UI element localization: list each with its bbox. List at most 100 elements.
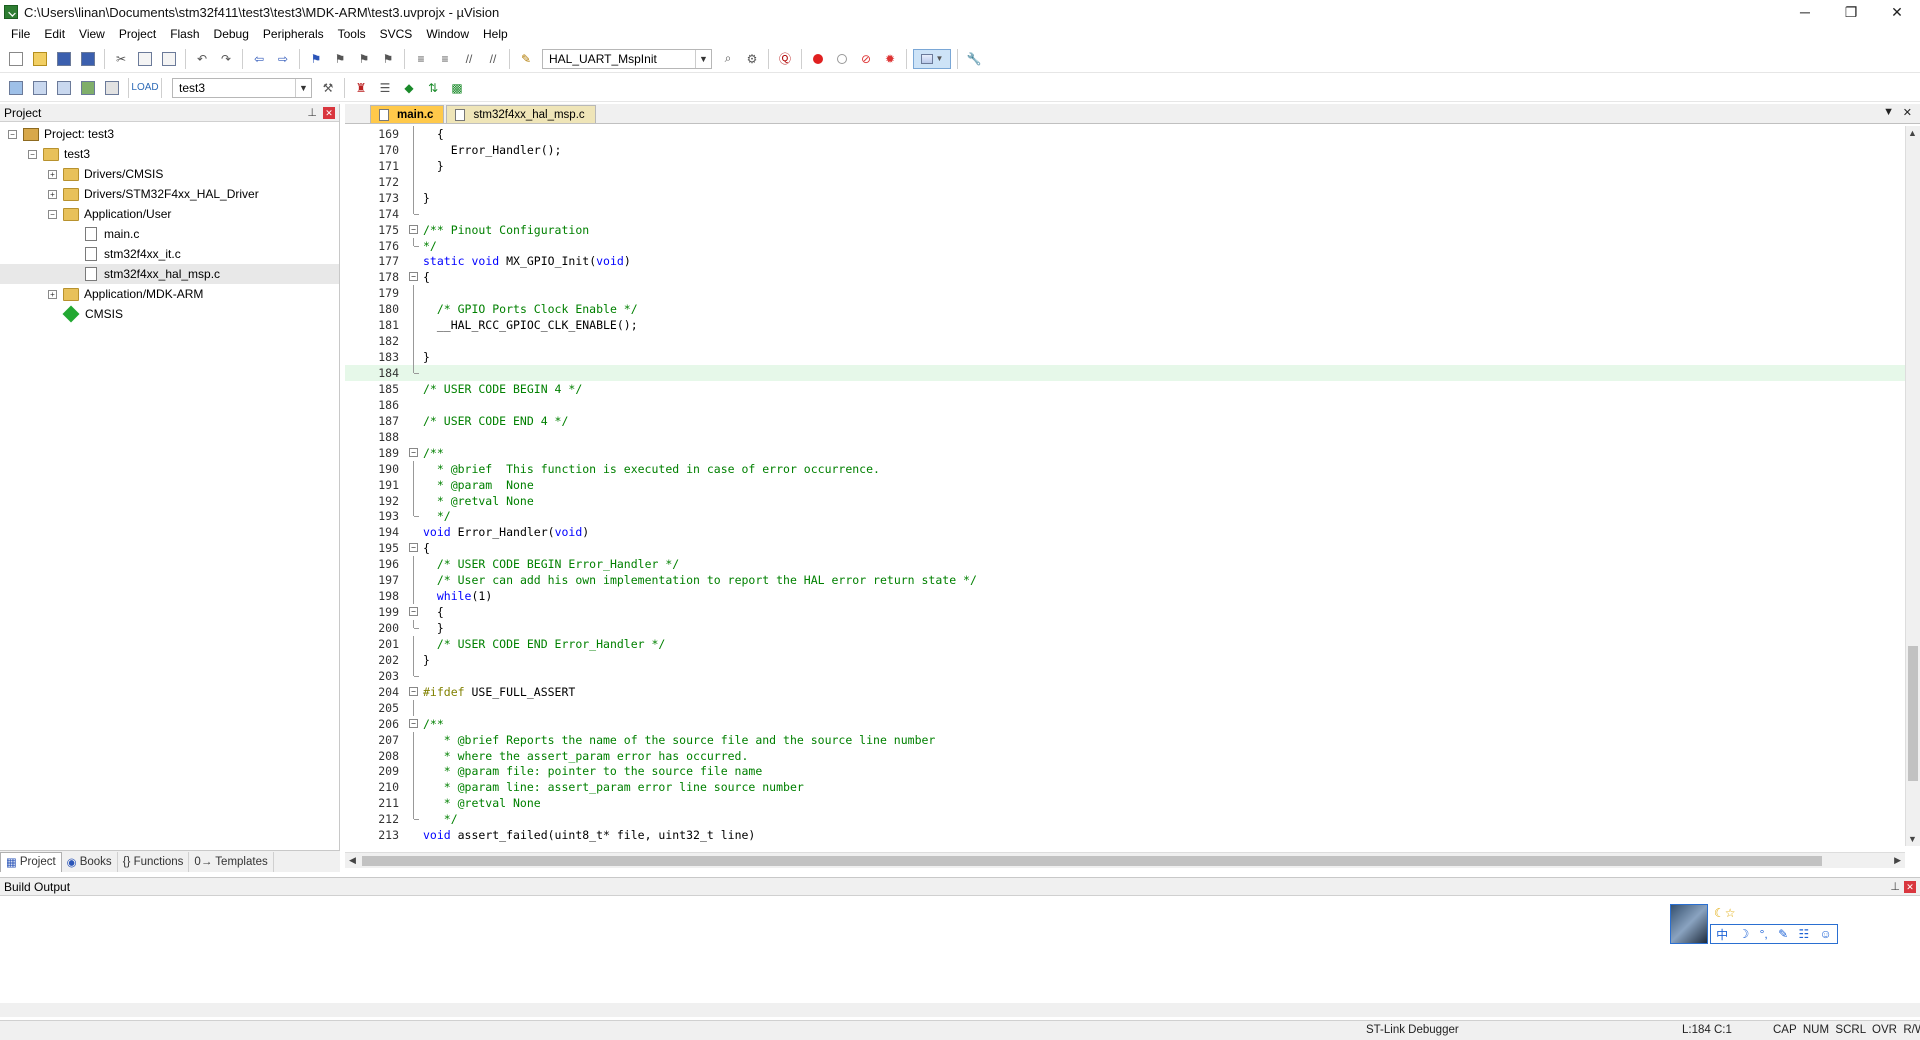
redo-icon[interactable]: ↷ xyxy=(216,49,236,69)
code-line[interactable]: 170 Error_Handler(); xyxy=(345,141,1905,158)
expand-icon[interactable]: + xyxy=(48,189,57,199)
code-line[interactable]: 195−{ xyxy=(345,540,1905,556)
menu-file[interactable]: File xyxy=(4,24,37,44)
chevron-down-icon[interactable]: ▼ xyxy=(695,49,711,68)
fold-toggle-icon[interactable]: − xyxy=(407,540,421,556)
tab-books[interactable]: ◉ Books xyxy=(62,851,118,872)
code-line[interactable]: 191 * @param None xyxy=(345,476,1905,493)
code-line[interactable]: 193 */ xyxy=(345,508,1905,525)
code-line[interactable]: 179 xyxy=(345,285,1905,302)
code-line[interactable]: 177 static void MX_GPIO_Init(void) xyxy=(345,254,1905,270)
undo-icon[interactable]: ↶ xyxy=(192,49,212,69)
menu-project[interactable]: Project xyxy=(112,24,163,44)
target-options-icon[interactable]: ⚒ xyxy=(318,78,338,98)
code-line[interactable]: 198 while(1) xyxy=(345,588,1905,605)
fold-toggle-icon[interactable]: − xyxy=(407,222,421,238)
collapse-icon[interactable]: − xyxy=(48,209,57,219)
tree-node[interactable]: − Application/User xyxy=(0,204,339,224)
insert-breakpoint-icon[interactable] xyxy=(808,49,828,69)
pin-icon[interactable]: ⊥ xyxy=(1890,880,1900,893)
menu-edit[interactable]: Edit xyxy=(37,24,72,44)
code-line[interactable]: 186 xyxy=(345,397,1905,413)
code-line[interactable]: 201 /* USER CODE END Error_Handler */ xyxy=(345,635,1905,652)
open-file-icon[interactable] xyxy=(30,49,50,69)
kill-breakpoints-icon[interactable]: ✹ xyxy=(880,49,900,69)
moon-icon[interactable]: ☽ xyxy=(1739,927,1750,941)
start-debug-icon[interactable]: Ⓠ xyxy=(775,49,795,69)
find-icon[interactable]: ⌕ xyxy=(718,49,738,69)
function-combo[interactable]: HAL_UART_MspInit ▼ xyxy=(542,48,712,69)
tree-node[interactable]: main.c xyxy=(0,224,339,244)
tool-icon[interactable]: ✎ xyxy=(1778,927,1788,941)
minimize-button[interactable]: ─ xyxy=(1782,0,1828,24)
code-line[interactable]: 211 * @retval None xyxy=(345,795,1905,812)
ime-chinese-mode[interactable]: 中 xyxy=(1716,926,1728,943)
code-line[interactable]: 172 xyxy=(345,173,1905,190)
build-icon[interactable] xyxy=(30,78,50,98)
code-line[interactable]: 171 } xyxy=(345,157,1905,174)
enable-breakpoint-icon[interactable] xyxy=(832,49,852,69)
code-line[interactable]: 212 */ xyxy=(345,811,1905,827)
navigate-back-icon[interactable]: ⇦ xyxy=(249,49,269,69)
close-icon[interactable]: ✕ xyxy=(323,107,335,119)
file-extensions-icon[interactable]: ☰ xyxy=(375,78,395,98)
paste-icon[interactable] xyxy=(159,49,179,69)
find-in-files-icon[interactable]: ✎ xyxy=(516,49,536,69)
collapse-icon[interactable]: − xyxy=(8,129,17,139)
uncomment-icon[interactable]: // xyxy=(483,49,503,69)
tab-functions[interactable]: {} Functions xyxy=(118,851,190,872)
cut-icon[interactable]: ✂ xyxy=(111,49,131,69)
disable-breakpoints-icon[interactable]: ⊘ xyxy=(856,49,876,69)
close-button[interactable]: ✕ xyxy=(1874,0,1920,24)
code-line[interactable]: 199− { xyxy=(345,604,1905,620)
code-line[interactable]: 213 void assert_failed(uint8_t* file, uin… xyxy=(345,827,1905,843)
code-line[interactable]: 209 * @param file: pointer to the source… xyxy=(345,763,1905,780)
rebuild-icon[interactable] xyxy=(54,78,74,98)
code-line[interactable]: 174 xyxy=(345,205,1905,222)
code-area[interactable]: 169 {170 Error_Handler(); 171 } 172 173} 174… xyxy=(345,126,1905,846)
horizontal-scrollbar[interactable] xyxy=(0,1003,1920,1017)
menu-debug[interactable]: Debug xyxy=(207,24,256,44)
scroll-thumb[interactable] xyxy=(1908,646,1918,781)
close-icon[interactable]: ✕ xyxy=(1904,881,1916,893)
tab-list-icon[interactable]: ▼ xyxy=(1883,106,1894,118)
chevron-down-icon[interactable]: ▼ xyxy=(295,78,311,97)
menu-svcs[interactable]: SVCS xyxy=(373,24,420,44)
close-tab-icon[interactable]: ✕ xyxy=(1903,106,1912,119)
code-line[interactable]: 180 /* GPIO Ports Clock Enable */ xyxy=(345,301,1905,318)
new-file-icon[interactable] xyxy=(6,49,26,69)
code-line[interactable]: 169 { xyxy=(345,126,1905,142)
save-all-icon[interactable] xyxy=(78,49,98,69)
tree-node[interactable]: + Drivers/CMSIS xyxy=(0,164,339,184)
bookmark-icon[interactable]: ⚑ xyxy=(306,49,326,69)
manage-components-icon[interactable]: ♜ xyxy=(351,78,371,98)
unindent-icon[interactable]: ≡ xyxy=(435,49,455,69)
ime-toolbar[interactable]: ☾☆ 中 ☽ °, ✎ ☷ ☺ xyxy=(1670,904,1838,944)
menu-flash[interactable]: Flash xyxy=(163,24,206,44)
tree-node[interactable]: CMSIS xyxy=(0,304,339,324)
restore-button[interactable]: ❐ xyxy=(1828,0,1874,24)
code-line[interactable]: 205 xyxy=(345,699,1905,716)
ime-bar[interactable]: 中 ☽ °, ✎ ☷ ☺ xyxy=(1710,924,1838,944)
tree-node[interactable]: + Drivers/STM32F4xx_HAL_Driver xyxy=(0,184,339,204)
pin-icon[interactable]: ⊥ xyxy=(307,106,317,119)
code-line[interactable]: 176 */ xyxy=(345,237,1905,254)
code-line[interactable]: 181 __HAL_RCC_GPIOC_CLK_ENABLE(); xyxy=(345,317,1905,334)
code-line[interactable]: 200 } xyxy=(345,620,1905,636)
tab-main-c[interactable]: main.c xyxy=(370,105,445,123)
menu-peripherals[interactable]: Peripherals xyxy=(256,24,331,44)
clear-bookmarks-icon[interactable]: ⚑ xyxy=(378,49,398,69)
fold-toggle-icon[interactable]: − xyxy=(407,604,421,620)
prev-bookmark-icon[interactable]: ⚑ xyxy=(330,49,350,69)
select-packs-icon[interactable]: ◆ xyxy=(399,78,419,98)
expand-icon[interactable]: + xyxy=(48,169,57,179)
tab-stm32f4xx-hal-msp-c[interactable]: stm32f4xx_hal_msp.c xyxy=(446,105,596,123)
code-line[interactable]: 204− #ifdef USE_FULL_ASSERT xyxy=(345,684,1905,700)
menu-view[interactable]: View xyxy=(72,24,112,44)
code-line[interactable]: 207 * @brief Reports the name of the sou… xyxy=(345,731,1905,748)
incremental-find-icon[interactable]: ⚙ xyxy=(742,49,762,69)
code-line[interactable]: 190 * @brief This function is executed i… xyxy=(345,460,1905,477)
code-line[interactable]: 182 xyxy=(345,333,1905,350)
batch-build-icon[interactable] xyxy=(78,78,98,98)
tree-node[interactable]: stm32f4xx_hal_msp.c xyxy=(0,264,339,284)
